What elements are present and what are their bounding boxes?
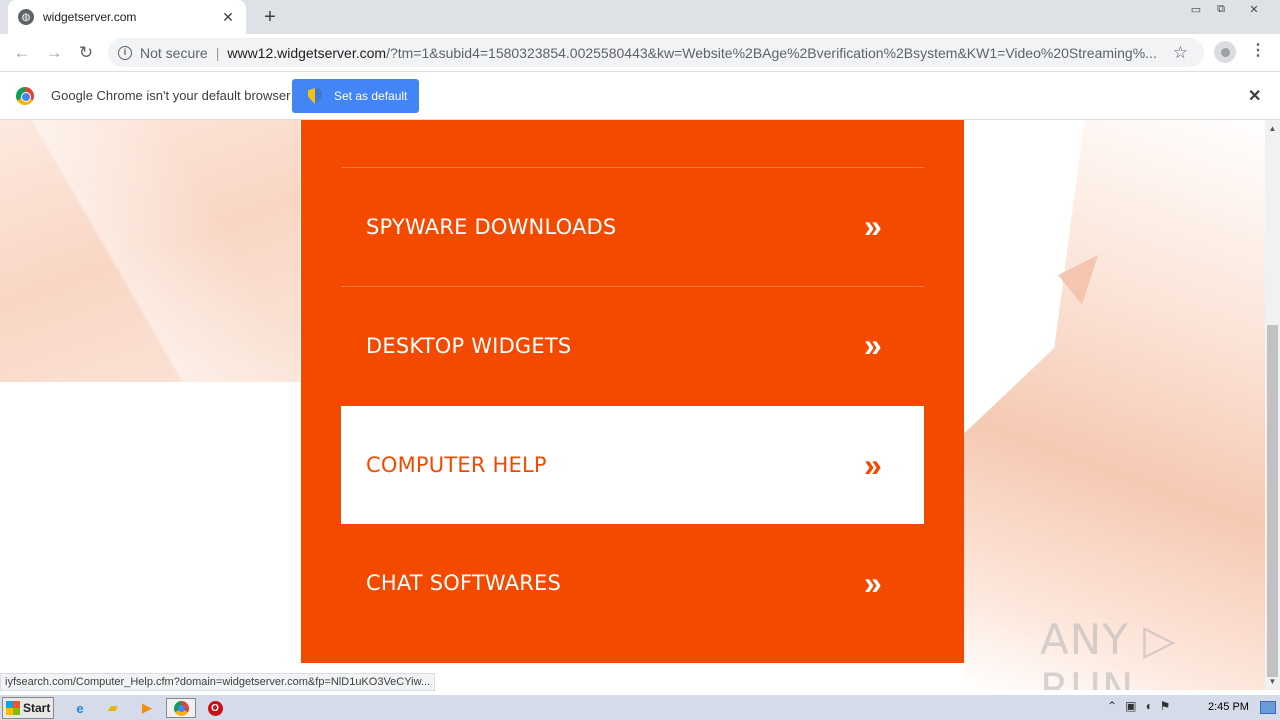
- double-chevron-icon: »: [864, 327, 882, 363]
- bookmark-star-icon[interactable]: ☆: [1173, 43, 1188, 63]
- windows-taskbar: Start e ▰ ▶ O ⌃ ▣ ◖ ⚑ 2:45 PM: [0, 694, 1280, 720]
- start-button[interactable]: Start: [2, 697, 54, 719]
- window-minimize-button[interactable]: ▭: [1183, 0, 1209, 18]
- category-menu-panel: SPYWARE DOWNLOADS » DESKTOP WIDGETS » CO…: [301, 120, 964, 663]
- profile-avatar-icon[interactable]: [1214, 41, 1236, 63]
- chrome-icon: [173, 700, 189, 716]
- background-polygon-left: [0, 120, 300, 382]
- opera-taskbar-button[interactable]: O: [204, 698, 226, 718]
- infobar-close-icon[interactable]: ✕: [1248, 86, 1261, 106]
- volume-icon[interactable]: ◖: [1144, 699, 1151, 713]
- opera-icon: O: [207, 700, 223, 716]
- tray-expand-icon[interactable]: ⌃: [1107, 699, 1117, 713]
- scroll-thumb[interactable]: [1267, 325, 1278, 677]
- menu-item-desktop-widgets[interactable]: DESKTOP WIDGETS »: [341, 286, 924, 404]
- url-host: www12.widgetserver.com: [227, 44, 387, 61]
- show-desktop-icon[interactable]: [1260, 701, 1276, 714]
- avatar-head: [1220, 47, 1230, 57]
- start-label: Start: [23, 701, 51, 715]
- double-chevron-icon: »: [864, 208, 882, 244]
- info-icon[interactable]: i: [118, 45, 132, 60]
- vertical-scrollbar[interactable]: ▲ ▼: [1265, 120, 1280, 690]
- reload-icon[interactable]: ↻: [74, 41, 98, 65]
- default-browser-infobar: Google Chrome isn't your default browser…: [0, 72, 1280, 120]
- windows-logo-icon: [6, 701, 20, 715]
- network-icon[interactable]: ▣: [1125, 699, 1136, 713]
- media-player-icon[interactable]: ▶: [136, 698, 158, 718]
- background-polygon-right: [964, 120, 1265, 690]
- menu-item-label: CHAT SOFTWARES: [366, 571, 562, 595]
- action-center-flag-icon[interactable]: ⚑: [1160, 699, 1171, 713]
- security-label[interactable]: Not secure: [140, 45, 208, 61]
- window-close-button[interactable]: ✕: [1234, 0, 1274, 18]
- menu-item-label: SPYWARE DOWNLOADS: [366, 214, 617, 239]
- menu-item-label: DESKTOP WIDGETS: [366, 333, 572, 358]
- forward-arrow-icon[interactable]: →: [42, 41, 66, 65]
- tab-strip: ◍ widgetserver.com ✕ + ▭ ⧉ ✕: [0, 0, 1280, 34]
- scroll-up-arrow-icon[interactable]: ▲: [1265, 120, 1280, 137]
- chrome-taskbar-button[interactable]: [166, 698, 196, 718]
- browser-toolbar: ← → ↻ i Not secure | www12.widgetserver.…: [0, 34, 1280, 72]
- back-arrow-icon[interactable]: ←: [10, 41, 34, 65]
- double-chevron-icon: »: [864, 564, 882, 601]
- file-explorer-icon[interactable]: ▰: [102, 698, 124, 718]
- address-bar[interactable]: i Not secure | www12.widgetserver.com/?t…: [108, 38, 1204, 67]
- globe-icon: ◍: [18, 9, 34, 25]
- set-as-default-label: Set as default: [334, 89, 408, 103]
- window-restore-button[interactable]: ⧉: [1208, 0, 1234, 18]
- address-separator: |: [215, 44, 220, 61]
- menu-item-chat-softwares[interactable]: CHAT SOFTWARES »: [341, 524, 924, 642]
- tab-title: widgetserver.com: [43, 10, 137, 24]
- link-status-bubble: iyfsearch.com/Computer_Help.cfm?domain=w…: [0, 673, 436, 691]
- set-as-default-button[interactable]: Set as default: [292, 79, 419, 113]
- menu-item-computer-help[interactable]: COMPUTER HELP »: [341, 406, 924, 524]
- chrome-logo-icon: [16, 87, 34, 105]
- double-chevron-icon: »: [864, 446, 882, 483]
- uac-shield-icon: [308, 88, 322, 104]
- tab-widgetserver[interactable]: ◍ widgetserver.com ✕: [8, 0, 246, 34]
- url-path: /?tm=1&subid4=1580323854.0025580443&kw=W…: [386, 44, 1157, 61]
- system-tray: ⌃ ▣ ◖ ⚑: [1107, 699, 1170, 713]
- page-content: SPYWARE DOWNLOADS » DESKTOP WIDGETS » CO…: [0, 120, 1265, 690]
- infobar-message: Google Chrome isn't your default browser: [51, 88, 291, 103]
- internet-explorer-icon[interactable]: e: [69, 698, 91, 718]
- chrome-menu-icon[interactable]: ⋮: [1250, 42, 1266, 62]
- taskbar-clock[interactable]: 2:45 PM: [1208, 701, 1249, 713]
- scroll-down-arrow-icon[interactable]: ▼: [1265, 673, 1280, 690]
- menu-item-spyware-downloads[interactable]: SPYWARE DOWNLOADS »: [341, 167, 924, 285]
- new-tab-button[interactable]: +: [259, 6, 281, 28]
- menu-item-label: COMPUTER HELP: [366, 453, 547, 477]
- tab-close-icon[interactable]: ✕: [220, 9, 236, 26]
- anyrun-watermark: ANY ▷ RUN: [1040, 615, 1177, 690]
- url-text[interactable]: www12.widgetserver.com/?tm=1&subid4=1580…: [227, 45, 1204, 61]
